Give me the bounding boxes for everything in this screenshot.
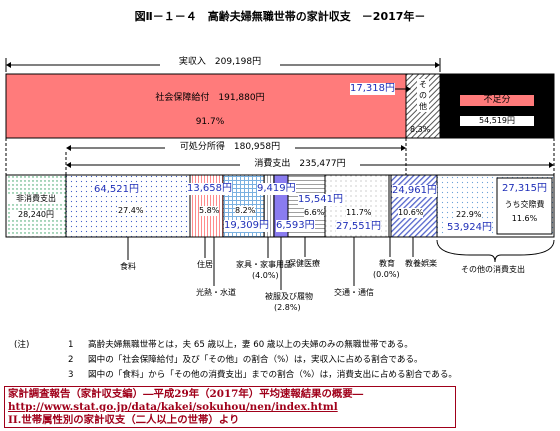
other-income-pct: 8.3% (410, 125, 431, 134)
social-expense-value: 27,315円 (502, 183, 547, 194)
recreation-label: 教養娯楽 (405, 259, 437, 268)
medical-pct: 6.6% (304, 208, 325, 218)
non-consumption-value: 28,240円 (10, 210, 62, 220)
transport-label: 交通・通信 (334, 288, 374, 297)
housing-pct: 5.8% (199, 206, 220, 216)
other-consumption-pct: 22.9% (456, 210, 482, 220)
source-title: 家計調査報告（家計収支編）―平成29年（2017年）平均速報結果の概要― (8, 388, 364, 400)
clothing-label: 被服及び履物 (265, 292, 313, 301)
shortfall-value: 54,519円 (460, 116, 534, 126)
transport-pct: 11.7% (346, 208, 372, 218)
consumption-label: 消費支出 235,477円 (240, 159, 360, 170)
food-label: 食料 (120, 262, 136, 271)
food-value: 64,521円 (94, 184, 139, 196)
other-consumption-label: その他の消費支出 (461, 265, 525, 274)
furniture-value: 9,419円 (257, 183, 296, 195)
source-url[interactable]: http://www.stat.go.jp/data/kakei/sokuhou… (8, 401, 452, 414)
note-3: 図中の「食料」から「その他の消費支出」までの割合（%）は，消費支出に占める割合で… (88, 370, 458, 380)
social-expense-pct: 11.6% (511, 214, 538, 223)
furniture-pct: (4.0%) (252, 271, 279, 280)
source-box: 家計調査報告（家計収支編）―平成29年（2017年）平均速報結果の概要― htt… (4, 386, 456, 428)
social-expense-label: うち交際費 (504, 200, 545, 209)
shortfall-bar (439, 73, 555, 139)
other-consumption-value: 53,924円 (447, 222, 492, 234)
utilities-value: 19,309円 (224, 220, 269, 232)
recreation-pct: 10.6% (398, 208, 424, 218)
disposable-income-label: 可処分所得 180,958円 (165, 142, 295, 153)
food-pct: 27.4% (118, 206, 144, 216)
total-income-label: 実収入 209,198円 (160, 57, 280, 68)
non-consumption-bar (5, 174, 67, 238)
utilities-pct: 8.2% (235, 206, 256, 216)
transport-value: 27,551円 (336, 221, 381, 233)
furniture-label: 家具・家事用品 (236, 260, 292, 269)
note-3-number: 3 (68, 370, 74, 380)
source-section: II.世帯属性別の家計収支（二人以上の世帯）より (8, 414, 240, 426)
housing-value: 13,658円 (187, 183, 232, 195)
non-consumption-label: 非消費支出 (8, 194, 64, 204)
medical-label: 保健医療 (288, 259, 320, 268)
clothing-value: 6,593円 (276, 220, 315, 232)
education-label: 教育 (379, 259, 395, 268)
shortfall-label: 不足分 (460, 95, 534, 106)
page-title: 図Ⅱ－１－４ 高齢夫婦無職世帯の家計収支 －2017年－ (134, 10, 426, 23)
note-1-number: 1 (68, 340, 74, 350)
education-pct: (0.0%) (373, 270, 400, 279)
social-security-label: 社会保障給付 191,880円 (155, 93, 265, 103)
other-income-value: 17,318円 (350, 83, 395, 95)
social-security-pct: 91.7% (195, 117, 225, 127)
clothing-pct: (2.8%) (274, 303, 301, 312)
note-1: 高齢夫婦無職世帯とは，夫 65 歳以上，妻 60 歳以上の夫婦のみの無職世帯であ… (88, 340, 413, 350)
recreation-value: 24,961円 (392, 185, 437, 197)
other-income-label: その他 (417, 79, 429, 112)
medical-value: 15,541円 (298, 194, 343, 206)
note-2: 図中の「社会保障給付」及び「その他」の割合（%）は，実収入に占める割合である。 (88, 355, 423, 365)
note-2-number: 2 (68, 355, 74, 365)
housing-label: 住居 (197, 260, 213, 269)
utilities-label: 光熱・水道 (196, 288, 236, 297)
social-security-bar (5, 73, 407, 139)
notes-prefix: (注) (14, 340, 30, 350)
